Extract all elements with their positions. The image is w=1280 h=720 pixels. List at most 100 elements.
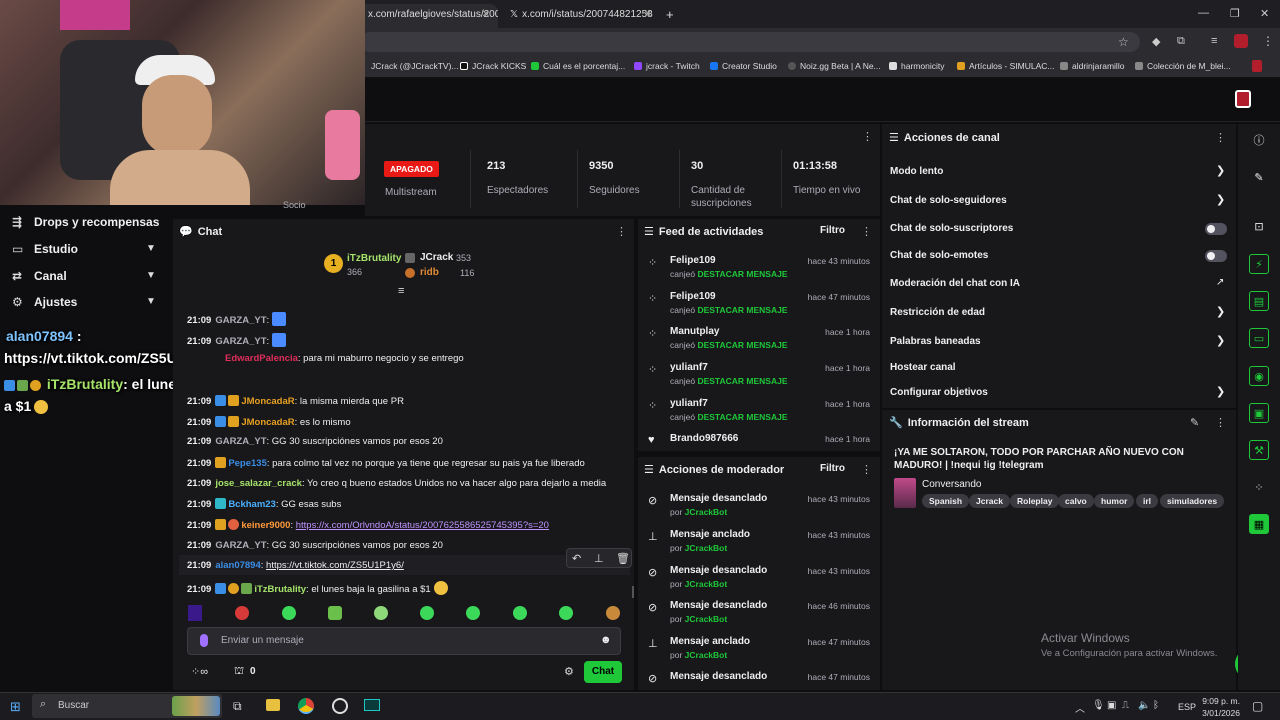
gear-icon[interactable]: ⚙ [564, 665, 574, 678]
subs-only-item[interactable]: Chat de solo-suscriptores [890, 223, 1013, 234]
mic-icon[interactable]: 🎙 [1092, 700, 1105, 711]
chevron-down-icon[interactable]: ▼ [146, 296, 156, 307]
profile-icon[interactable] [1234, 34, 1248, 48]
message-user[interactable]: jose_salazar_crack [215, 478, 302, 489]
bookmark[interactable]: aldrinjaramillo [1060, 61, 1124, 71]
message-user[interactable]: GARZA_YT [215, 540, 266, 551]
notifications-icon[interactable]: ▢ [1252, 699, 1263, 713]
emote-icon[interactable] [466, 606, 480, 620]
clipboard-icon[interactable]: ▤ [1249, 291, 1269, 311]
slow-mode-item[interactable]: Modo lento [890, 166, 943, 177]
subs-only-toggle[interactable] [1205, 223, 1227, 235]
stream-tag[interactable]: calvo [1058, 494, 1094, 508]
message-user[interactable]: JMoncadaR [241, 396, 294, 407]
emotes-only-toggle[interactable] [1205, 250, 1227, 262]
browser-tab[interactable]: x.com/rafaelgioves/status/2007 ✕ [358, 4, 498, 28]
bookmark[interactable]: jcrack - Twitch [634, 61, 700, 71]
bookmark[interactable]: harmonicity [889, 61, 944, 71]
message-link[interactable]: https://x.com/OrlvndoA/status/2007625586… [296, 520, 549, 531]
chat-icon[interactable]: ▭ [1249, 328, 1269, 348]
more-icon[interactable]: ⋮ [1215, 131, 1226, 144]
bookmark[interactable]: Colección de M_blei... [1135, 61, 1231, 71]
nav-studio[interactable]: ▭ Estudio [12, 242, 78, 256]
ai-moderation-item[interactable]: Moderación del chat con IA [890, 278, 1020, 289]
bluetooth-icon[interactable]: ᛒ [1153, 700, 1159, 711]
clip-icon[interactable]: ▦ [1249, 514, 1269, 534]
category-thumbnail[interactable] [894, 478, 916, 508]
stream-tag[interactable]: irl [1136, 494, 1159, 508]
more-icon[interactable]: ⋮ [861, 463, 872, 476]
emote-icon[interactable] [559, 606, 573, 620]
save-icon[interactable]: ▣ [1249, 403, 1269, 423]
chevron-right-icon[interactable]: ❯ [1216, 164, 1225, 177]
message-user[interactable]: GARZA_YT [215, 336, 266, 347]
stream-tag[interactable]: Spanish [922, 494, 970, 508]
followers-only-item[interactable]: Chat de solo-seguidores [890, 195, 1007, 206]
bookmark-app-icon[interactable] [1252, 60, 1262, 72]
app-icon[interactable] [364, 699, 380, 711]
chevron-right-icon[interactable]: ❯ [1216, 334, 1225, 347]
media-icon[interactable]: ≡ [1211, 35, 1217, 47]
activity-user[interactable]: yulianf7 [670, 362, 708, 373]
nav-channel[interactable]: ⇄ Canal [12, 269, 67, 283]
chevron-down-icon[interactable]: ▼ [146, 270, 156, 281]
stream-tag[interactable]: Jcrack [969, 494, 1010, 508]
scrollbar[interactable] [632, 586, 634, 598]
filter-button[interactable]: Filtro [820, 225, 845, 236]
edit-icon[interactable]: ✎ [1190, 416, 1199, 429]
points-icon[interactable]: ⁘ [1249, 478, 1269, 498]
speaker-icon[interactable]: 🔈 [1138, 700, 1150, 711]
camera-icon[interactable]: ⊡ [1249, 217, 1269, 237]
chevron-right-icon[interactable]: ❯ [1216, 193, 1225, 206]
bolt-icon[interactable]: ⚡ [1249, 254, 1269, 274]
menu-icon[interactable]: ⋮ [1262, 34, 1274, 48]
info-icon[interactable]: ⓘ [1249, 131, 1269, 151]
message-user[interactable]: GARZA_YT [215, 315, 266, 326]
activity-user[interactable]: Felipe109 [670, 291, 716, 302]
activity-user[interactable]: Manutplay [670, 326, 719, 337]
bookmark[interactable]: Artículos - SIMULAC... [957, 61, 1055, 71]
external-link-icon[interactable]: ↗ [1216, 277, 1224, 288]
more-icon[interactable]: ⋮ [1215, 416, 1226, 429]
new-tab-button[interactable]: + [662, 4, 682, 28]
extension-icon[interactable]: ◆ [1152, 35, 1160, 48]
stream-tag[interactable]: Roleplay [1010, 494, 1060, 508]
clock-time[interactable]: 9:09 p. m. [1202, 696, 1240, 706]
app-logo-icon[interactable] [1235, 90, 1251, 108]
mod-by-user[interactable]: JCrackBot [685, 507, 728, 517]
obs-icon[interactable] [332, 698, 348, 714]
chevron-right-icon[interactable]: ❯ [1216, 305, 1225, 318]
taskbar-search[interactable]: ⌕ Buscar [32, 694, 222, 718]
message-user[interactable]: JMoncadaR [241, 417, 294, 428]
bookmark[interactable]: Noiz.gg Beta | A Ne... [788, 61, 881, 71]
close-icon[interactable]: ✕ [482, 9, 490, 20]
collapse-icon[interactable]: ≡ [398, 285, 404, 297]
mod-by-user[interactable]: JCrackBot [685, 650, 728, 660]
network-icon[interactable]: ⎍ [1122, 700, 1129, 711]
emote-icon[interactable] [513, 606, 527, 620]
pin-icon[interactable]: ⊥ [594, 552, 604, 565]
emote-icon[interactable] [328, 606, 342, 620]
stream-tag[interactable]: humor [1094, 494, 1135, 508]
bookmark[interactable]: JCrack KICKS [460, 61, 526, 71]
delete-icon[interactable]: 🗑 [616, 552, 630, 565]
emote-icon[interactable] [235, 606, 249, 620]
send-chat-button[interactable]: Chat [584, 661, 622, 683]
host-channel-item[interactable]: Hostear canal [890, 362, 956, 373]
filter-button[interactable]: Filtro [820, 463, 845, 474]
language-indicator[interactable]: ESP [1178, 702, 1196, 712]
emotes-only-item[interactable]: Chat de solo-emotes [890, 250, 988, 261]
message-link[interactable]: https://vt.tiktok.com/ZS5U1P1y6/ [266, 560, 404, 571]
url-field[interactable] [360, 32, 1140, 52]
more-icon[interactable]: ⋮ [861, 225, 872, 238]
mic-icon[interactable] [200, 634, 208, 647]
message-user[interactable]: iTzBrutality [254, 584, 306, 595]
more-icon[interactable]: ⋮ [862, 130, 873, 143]
emote-icon[interactable] [420, 606, 434, 620]
chrome-icon[interactable] [298, 698, 314, 714]
clock-date[interactable]: 3/01/2026 [1202, 708, 1240, 718]
chevron-down-icon[interactable]: ▼ [146, 243, 156, 254]
close-window-icon[interactable]: ✕ [1260, 7, 1269, 20]
nav-settings[interactable]: ⚙ Ajustes [12, 295, 77, 309]
nav-drops[interactable]: ⇶ Drops y recompensas [12, 215, 159, 229]
